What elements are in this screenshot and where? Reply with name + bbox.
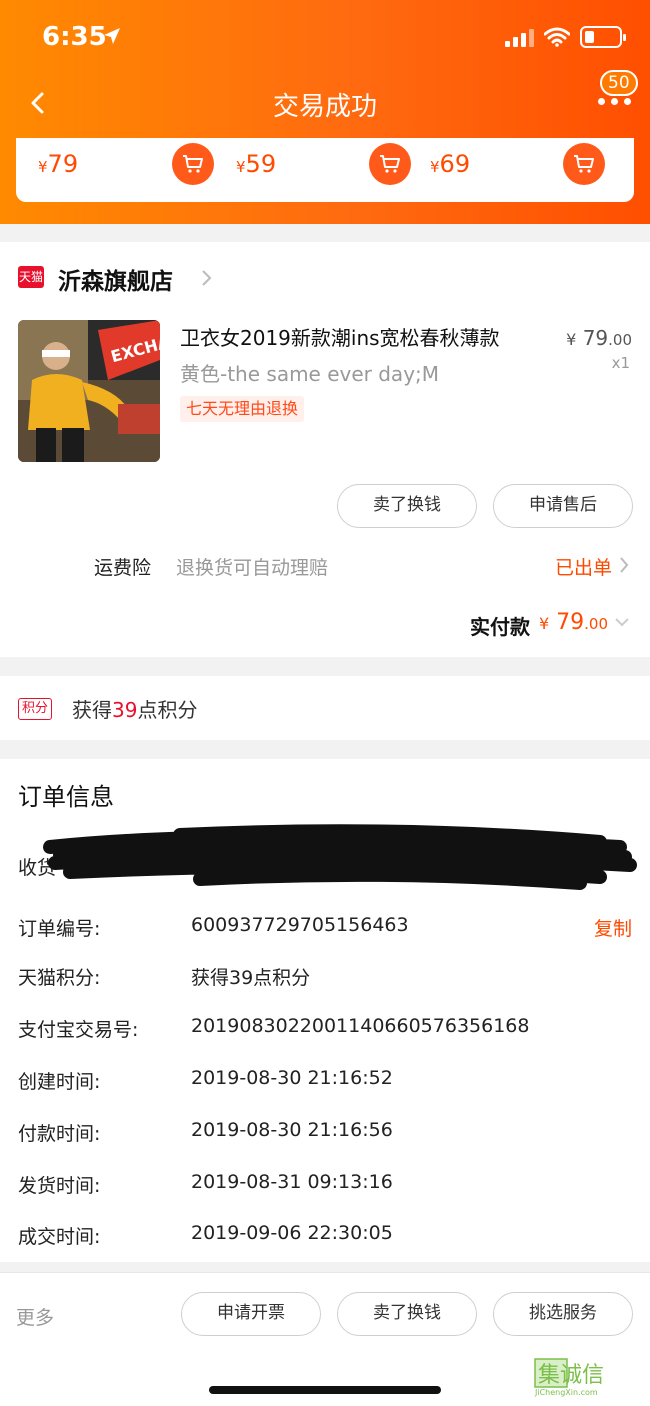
recommend-item[interactable]: ¥59 [236,138,416,194]
paid-time-row: 付款时间: 2019-08-30 21:16:56 [18,1119,632,1149]
product-quantity: x1 [611,354,630,372]
order-number-row: 订单编号: 600937729705156463 复制 [18,914,632,944]
signal-icon [505,27,534,47]
after-sale-button[interactable]: 申请售后 [493,484,633,528]
paid-label: 实付款 [470,615,530,639]
cart-icon [183,155,203,173]
tmall-points-row: 天猫积分: 获得39点积分 [18,963,632,993]
insurance-status[interactable]: 已出单 [555,553,612,580]
header: 6:35 交易成功 50 ¥79 ¥59 ¥69 [0,0,650,224]
status-time: 6:35 [42,22,107,52]
status-icons [505,26,626,48]
page-title: 交易成功 [272,92,377,122]
chevron-down-icon[interactable] [614,616,630,628]
svg-text:集诚信: 集诚信 [538,1363,604,1388]
alipay-trade-row: 支付宝交易号: 2019083022001140660576356168 [18,1015,632,1045]
home-indicator[interactable] [209,1386,441,1394]
product-price: ¥ 79.00 [566,326,632,350]
info-value: 2019-08-31 09:13:16 [191,1171,393,1193]
info-value: 2019-08-30 21:16:52 [191,1067,393,1089]
info-key: 成交时间: [18,1226,101,1248]
recommend-card: ¥79 ¥59 ¥69 [16,138,634,202]
recommend-price: ¥79 [38,150,79,178]
order-info-section: 订单信息 收货 龙岗区 订单编号: 600937729705156463 复制 … [0,759,650,1262]
product-thumbnail[interactable]: EXCHAN [18,320,160,462]
points-text: 获得39点积分 [72,698,198,722]
order-info-title: 订单信息 [18,783,114,811]
info-value: 2019083022001140660576356168 [191,1015,530,1037]
insurance-desc: 退换货可自动理赔 [176,557,329,579]
info-value: 2019-09-06 22:30:05 [191,1222,393,1244]
recommend-price: ¥69 [430,150,471,178]
product-title[interactable]: 卫衣女2019新款潮ins宽松春秋薄款 [180,322,500,351]
order-number-value: 600937729705156463 [191,914,409,936]
shipped-time-row: 发货时间: 2019-08-31 09:13:16 [18,1171,632,1201]
battery-icon [580,26,626,48]
cart-icon [380,155,400,173]
info-value: 2019-08-30 21:16:56 [191,1119,393,1141]
message-count-badge: 50 [600,70,638,96]
recommend-price: ¥59 [236,150,277,178]
recommend-item[interactable]: ¥79 [38,138,218,194]
shop-name[interactable]: 沂森旗舰店 [58,262,173,296]
completed-time-row: 成交时间: 2019-09-06 22:30:05 [18,1222,632,1252]
watermark-logo: 集诚信 JiChengXin.com [533,1357,645,1397]
sell-button[interactable]: 卖了换钱 [337,1292,477,1336]
more-link[interactable]: 更多 [16,1303,54,1330]
chevron-right-icon[interactable] [200,268,214,288]
points-section: 积分 获得39点积分 [0,676,650,740]
paid-amount: ¥ 79.00 [538,610,608,635]
order-item-section: 天猫 沂森旗舰店 EXCHAN 卫衣女2019新款潮ins宽松春秋薄款 黄色-t… [0,242,650,657]
info-value: 获得39点积分 [191,967,311,989]
info-key: 支付宝交易号: [18,1019,139,1041]
invoice-button[interactable]: 申请开票 [181,1292,321,1336]
add-to-cart-button[interactable] [563,143,605,185]
created-time-row: 创建时间: 2019-08-30 21:16:52 [18,1067,632,1097]
product-sku: 黄色-the same ever day;M [180,362,440,386]
recommend-item[interactable]: ¥69 [430,138,610,194]
chevron-right-icon[interactable] [618,556,630,574]
info-key: 订单编号: [18,918,101,940]
info-key: 创建时间: [18,1071,101,1093]
add-to-cart-button[interactable] [172,143,214,185]
info-key: 天猫积分: [18,967,101,989]
more-dots-icon [598,98,631,105]
wifi-icon [544,27,570,47]
points-badge: 积分 [18,698,53,720]
insurance-label: 运费险 [94,557,152,579]
select-service-button[interactable]: 挑选服务 [493,1292,633,1336]
info-key: 发货时间: [18,1175,101,1197]
sell-button[interactable]: 卖了换钱 [337,484,477,528]
redaction-scribble [43,824,637,890]
add-to-cart-button[interactable] [369,143,411,185]
cart-icon [574,155,594,173]
return-policy-tag: 七天无理由退换 [180,396,305,422]
tmall-shop-icon: 天猫 [18,266,44,288]
product-photo-icon: EXCHAN [18,320,160,462]
location-arrow-icon [104,28,120,44]
more-menu-button[interactable]: 50 [594,70,644,112]
info-key: 付款时间: [18,1123,101,1145]
svg-text:JiChengXin.com: JiChengXin.com [534,1388,598,1397]
copy-button[interactable]: 复制 [594,914,632,941]
